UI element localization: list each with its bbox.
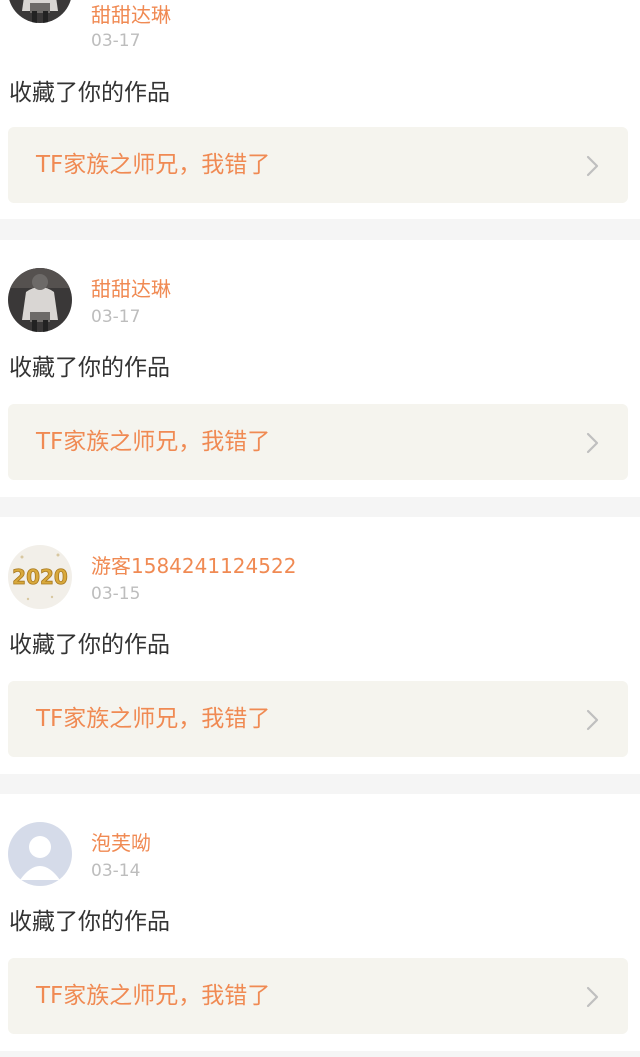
notification-card: 2020 游客1584241124522 03-15 收藏了你的作品 TF家族之… — [0, 517, 640, 774]
work-title: TF家族之师兄，我错了 — [36, 152, 271, 178]
notification-card: 泡芙呦 03-14 收藏了你的作品 TF家族之师兄，我错了 — [0, 794, 640, 1051]
action-text: 收藏了你的作品 — [9, 632, 170, 658]
username[interactable]: 泡芙呦 — [91, 831, 151, 855]
chevron-right-icon — [586, 155, 599, 177]
notification-card: 甜甜达琳 03-17 收藏了你的作品 TF家族之师兄，我错了 — [0, 0, 640, 219]
timestamp: 03-17 — [91, 307, 141, 327]
user-avatar[interactable] — [8, 268, 72, 332]
action-text: 收藏了你的作品 — [9, 355, 170, 381]
timestamp: 03-14 — [91, 861, 141, 881]
photo-avatar-icon — [8, 0, 72, 23]
action-text: 收藏了你的作品 — [9, 909, 170, 935]
timestamp: 03-15 — [91, 584, 141, 604]
work-title: TF家族之师兄，我错了 — [36, 983, 271, 1009]
work-link[interactable]: TF家族之师兄，我错了 — [8, 958, 628, 1034]
work-title: TF家族之师兄，我错了 — [36, 706, 271, 732]
user-avatar[interactable]: 2020 — [8, 545, 72, 609]
username[interactable]: 游客1584241124522 — [91, 554, 296, 578]
username[interactable]: 甜甜达琳 — [91, 3, 171, 27]
chevron-right-icon — [586, 986, 599, 1008]
work-title: TF家族之师兄，我错了 — [36, 429, 271, 455]
notification-card: 甜甜达琳 03-17 收藏了你的作品 TF家族之师兄，我错了 — [0, 240, 640, 497]
svg-text:2020: 2020 — [12, 565, 68, 589]
work-link[interactable]: TF家族之师兄，我错了 — [8, 404, 628, 480]
user-avatar[interactable] — [8, 0, 72, 23]
photo-avatar-icon — [8, 268, 72, 332]
work-link[interactable]: TF家族之师兄，我错了 — [8, 681, 628, 757]
action-text: 收藏了你的作品 — [9, 80, 170, 106]
username[interactable]: 甜甜达琳 — [91, 277, 171, 301]
work-link[interactable]: TF家族之师兄，我错了 — [8, 127, 628, 203]
notification-feed: 甜甜达琳 03-17 收藏了你的作品 TF家族之师兄，我错了 甜甜达琳 03-1… — [0, 0, 640, 1057]
chevron-right-icon — [586, 709, 599, 731]
2020-balloon-avatar-icon: 2020 — [8, 545, 72, 609]
chevron-right-icon — [586, 432, 599, 454]
default-user-avatar-icon — [8, 822, 72, 886]
user-avatar[interactable] — [8, 822, 72, 886]
timestamp: 03-17 — [91, 31, 141, 51]
